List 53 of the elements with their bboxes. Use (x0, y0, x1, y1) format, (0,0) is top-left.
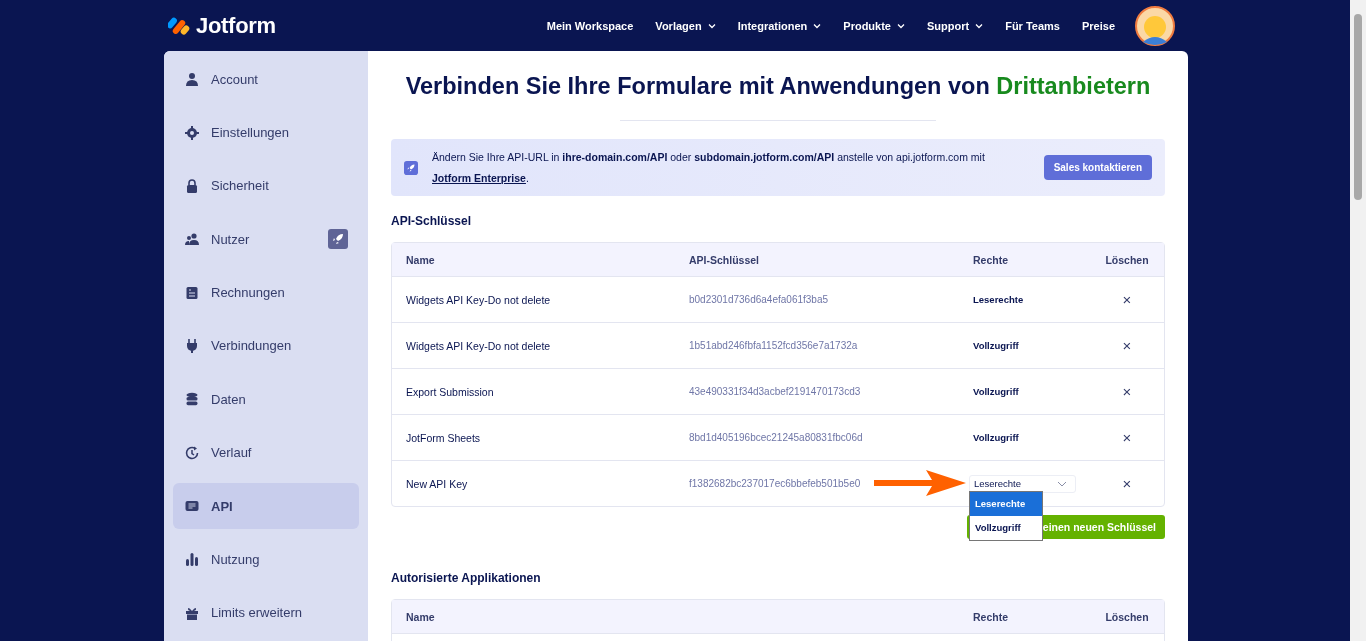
delete-button[interactable]: × (1119, 384, 1135, 399)
table-cell-text: Export Submission (405, 385, 495, 398)
column-header: Name (405, 610, 436, 623)
logo-text[interactable]: Jotform (196, 12, 276, 39)
column-header: Rechte (972, 610, 1009, 623)
sidebar-item[interactable]: Limits erweitern (173, 589, 359, 636)
page-title: Verbinden Sie Ihre Formulare mit Anwendungen von Drittanbietern (404, 73, 1152, 100)
table-cell-text: b0d2301d736d6a4efa061f3ba5 (688, 294, 830, 305)
nav-link[interactable]: Support (927, 19, 984, 32)
delete-button[interactable]: × (1119, 292, 1135, 307)
delete-button[interactable]: × (1119, 430, 1135, 445)
nav-link[interactable]: Mein Workspace (546, 19, 634, 32)
sidebar-item[interactable]: Daten (173, 376, 359, 423)
dropdown-option[interactable]: Vollzugriff (970, 515, 1042, 540)
table-cell-text: f1382682bc237017ec6bbefeb501b5e0 (688, 478, 862, 489)
sidebar-item[interactable]: API (173, 482, 359, 530)
table-cell: Leserechte (973, 294, 1024, 305)
nav-link[interactable]: Preise (1081, 19, 1115, 32)
table-cell-text: 8bd1d405196bcec21245a80831fbc06d (688, 432, 864, 443)
section-heading: Autorisierte Applikationen (391, 571, 542, 585)
sidebar-item[interactable]: Verlauf (173, 429, 359, 476)
table-cell: Vollzugriff (973, 386, 1019, 397)
contact-sales-button[interactable]: Sales kontaktieren (1043, 155, 1152, 180)
sidebar-item[interactable]: Rechnungen (173, 269, 359, 316)
column-header: Löschen (1104, 253, 1150, 266)
sidebar-item[interactable]: Verbindungen (173, 322, 359, 370)
sidebar-item[interactable]: Sicherheit (173, 162, 359, 210)
sidebar-item[interactable]: Nutzer (173, 216, 359, 263)
table-cell: Vollzugriff (973, 340, 1019, 351)
column-header: Rechte (972, 253, 1009, 266)
delete-button[interactable]: × (1119, 476, 1135, 491)
enterprise-link[interactable]: Jotform Enterprise (432, 171, 526, 184)
delete-button[interactable]: × (1119, 338, 1135, 353)
column-header: Löschen (1104, 610, 1150, 623)
table-cell-text: JotForm Sheets (405, 431, 482, 444)
sidebar-item[interactable]: Account (173, 56, 359, 103)
column-header: API-Schlüssel (688, 253, 761, 266)
nav-link[interactable]: Produkte (843, 19, 905, 32)
nav-link[interactable]: Integrationen (737, 19, 822, 32)
table-cell-text: 1b51abd246fbfa1152fcd356e7a1732a (688, 340, 859, 351)
table-cell-text: Widgets API Key-Do not delete (405, 293, 552, 306)
sidebar-item[interactable]: Nutzung (173, 536, 359, 583)
table-cell-text: 43e490331f34d3acbef2191470173cd3 (688, 386, 862, 397)
sidebar-item[interactable]: Einstellungen (173, 109, 359, 156)
nav-link[interactable]: Vorlagen (655, 19, 716, 32)
dropdown-option[interactable]: Leserechte (970, 491, 1042, 516)
table-cell-text: Widgets API Key-Do not delete (405, 339, 552, 352)
table-cell: Vollzugriff (973, 432, 1019, 443)
nav-link[interactable]: Für Teams (1005, 19, 1060, 32)
table-cell-text: New API Key (405, 477, 469, 490)
section-heading: API-Schlüssel (391, 214, 473, 228)
banner-text: Ändern Sie Ihre API-URL in ihre-domain.com/API oder subdomain.jotform.com/API anstelle von api.jotform.com mit Jotform Enterprise. (432, 149, 986, 186)
column-header: Name (405, 253, 436, 266)
